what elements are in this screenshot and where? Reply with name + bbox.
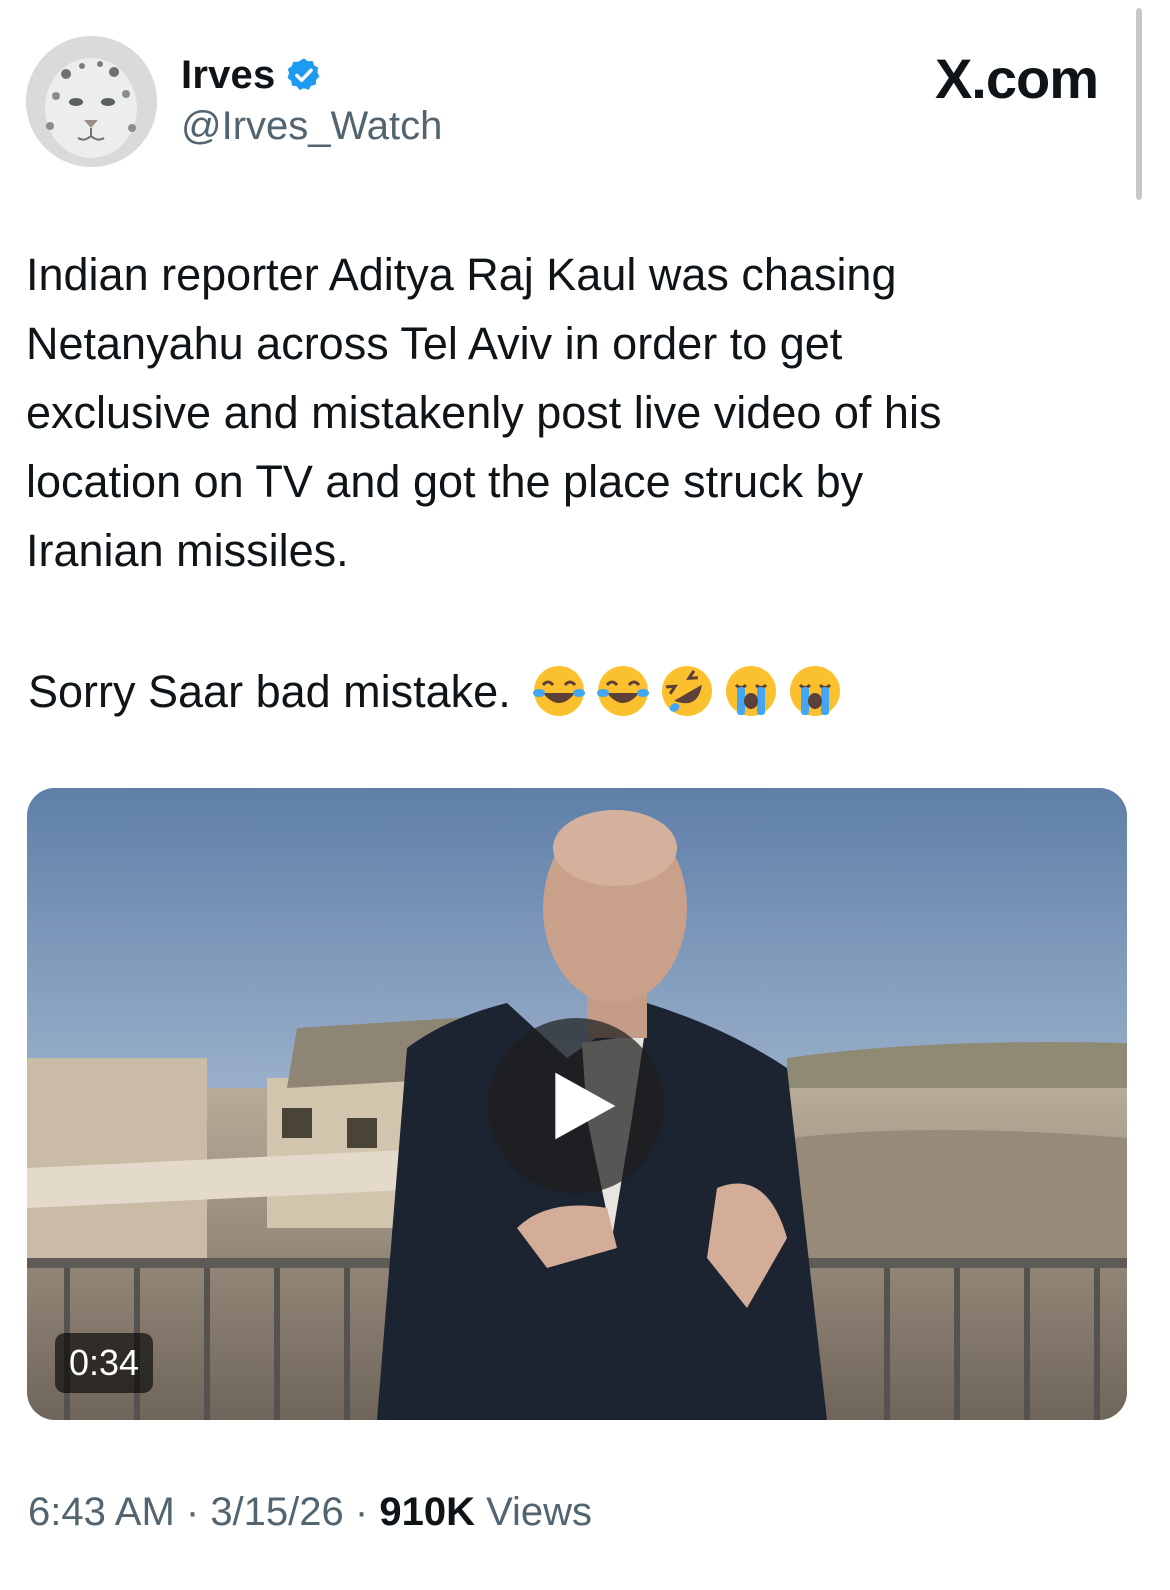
separator-dot: · [343, 1490, 380, 1534]
tweet-text: Indian reporter Aditya Raj Kaul was chas… [26, 249, 942, 576]
views-label[interactable]: Views [475, 1490, 592, 1534]
separator-dot: · [174, 1490, 211, 1534]
loudly-crying-emoji-icon [787, 663, 843, 719]
video-duration: 0:34 [55, 1333, 154, 1393]
video-player[interactable]: 0:34 [27, 788, 1127, 1420]
handle[interactable]: @Irves_Watch [181, 104, 442, 149]
play-button[interactable] [488, 1018, 664, 1194]
tweet-closing-line: Sorry Saar bad mistake. [28, 656, 843, 726]
post-date[interactable]: 3/15/26 [210, 1490, 343, 1534]
tears-of-joy-emoji-icon [595, 663, 651, 719]
avatar[interactable] [26, 36, 157, 167]
rolling-on-floor-laughing-emoji-icon [659, 663, 715, 719]
scrollbar[interactable] [1136, 8, 1142, 200]
verified-badge-icon [285, 56, 323, 94]
snow-leopard-avatar-icon [26, 36, 157, 167]
author-names: Irves @Irves_Watch [181, 50, 442, 149]
views-count[interactable]: 910K [379, 1490, 475, 1534]
closing-text: Sorry Saar bad mistake. [28, 665, 524, 717]
loudly-crying-emoji-icon [723, 663, 779, 719]
tears-of-joy-emoji-icon [531, 663, 587, 719]
tweet-meta: 6:43 AM · 3/15/26 · 910K Views [28, 1490, 592, 1535]
display-name[interactable]: Irves [181, 53, 275, 98]
post-time[interactable]: 6:43 AM [28, 1490, 175, 1534]
tweet-header: Irves @Irves_Watch X.com [26, 36, 1136, 176]
site-brand: X.com [934, 47, 1099, 110]
play-icon [555, 1072, 616, 1140]
